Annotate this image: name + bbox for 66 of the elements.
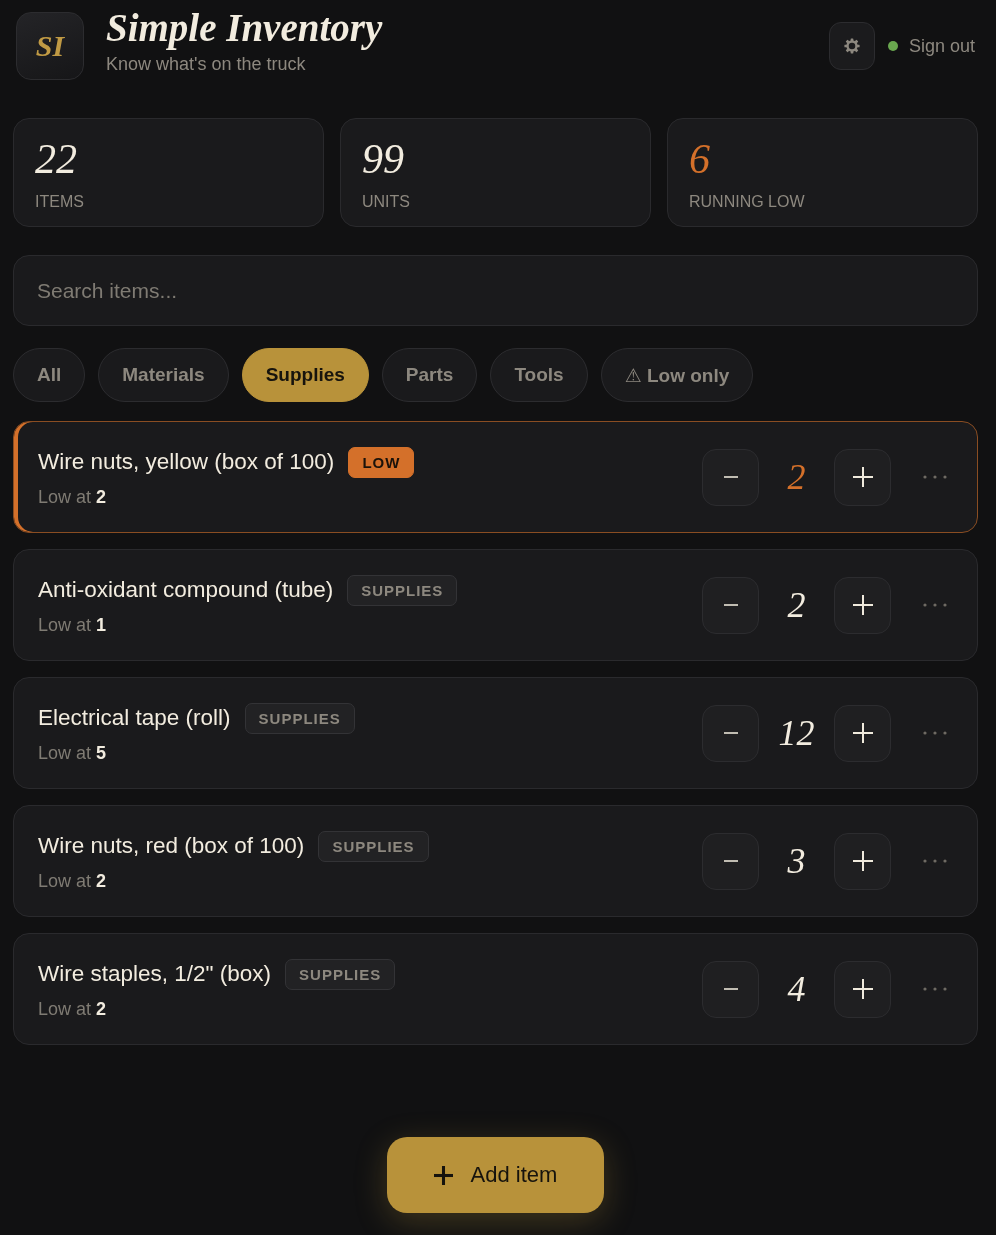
item-name: Wire nuts, yellow (box of 100): [38, 449, 335, 475]
stat-label: ITEMS: [35, 193, 85, 211]
low-threshold-text: Low at 2: [38, 870, 108, 892]
filter-chip[interactable]: ⚠ Low only: [600, 348, 754, 402]
increment-button[interactable]: [834, 576, 891, 634]
app-logo: SI: [16, 12, 84, 80]
minus-icon: [723, 604, 738, 606]
minus-icon: [723, 732, 738, 734]
sign-out-link[interactable]: Sign out: [908, 35, 975, 57]
increment-button[interactable]: [834, 832, 891, 890]
stat-value: 6: [689, 136, 710, 182]
minus-icon: [723, 476, 738, 478]
more-button[interactable]: [923, 859, 947, 863]
plus-icon: [852, 723, 873, 743]
settings-icon: [843, 38, 860, 54]
filter-chip[interactable]: Parts: [381, 348, 478, 402]
filter-chip[interactable]: Materials: [98, 348, 229, 402]
item-name: Anti-oxidant compound (tube): [38, 577, 334, 603]
quantity-value: 3: [786, 840, 807, 882]
low-threshold-text: Low at 2: [38, 998, 108, 1020]
quantity-value: 2: [786, 456, 807, 498]
low-threshold-text: Low at 2: [38, 486, 108, 508]
more-icon: [923, 859, 947, 863]
item-name: Electrical tape (roll): [38, 705, 231, 731]
low-threshold-text: Low at 1: [38, 614, 108, 636]
increment-button[interactable]: [834, 704, 891, 762]
add-item-button[interactable]: Add item: [387, 1137, 604, 1213]
more-button[interactable]: [923, 475, 947, 479]
stat-label: UNITS: [362, 193, 411, 211]
stat-value: 99: [362, 136, 404, 182]
more-icon: [923, 603, 947, 607]
increment-button[interactable]: [834, 448, 891, 506]
plus-icon: [852, 979, 873, 999]
stat-label: RUNNING LOW: [689, 193, 806, 211]
stat-value: 22: [35, 136, 77, 182]
increment-button[interactable]: [834, 960, 891, 1018]
app-subtitle: Know what's on the truck: [106, 53, 307, 75]
plus-icon: [852, 467, 873, 487]
search-field[interactable]: Search items...: [13, 255, 978, 326]
more-button[interactable]: [923, 603, 947, 607]
plus-icon: [852, 595, 873, 615]
filter-chip[interactable]: Tools: [490, 348, 588, 402]
quantity-value: 12: [777, 712, 816, 754]
item-tag: SUPPLIES: [244, 702, 355, 734]
settings-button[interactable]: [828, 22, 875, 70]
more-icon: [923, 475, 947, 479]
plus-icon: [433, 1165, 453, 1185]
item-name: Wire staples, 1/2" (box): [38, 961, 272, 987]
plus-icon: [852, 851, 873, 871]
more-button[interactable]: [923, 731, 947, 735]
quantity-value: 2: [786, 584, 807, 626]
item-tag: LOW: [348, 446, 415, 478]
item-tag: SUPPLIES: [285, 958, 396, 990]
more-icon: [923, 731, 947, 735]
quantity-value: 4: [786, 968, 807, 1010]
low-threshold-text: Low at 5: [38, 742, 108, 764]
item-tag: SUPPLIES: [318, 830, 429, 862]
filter-chip[interactable]: Supplies: [241, 348, 369, 402]
more-icon: [923, 987, 947, 991]
minus-icon: [723, 988, 738, 990]
item-tag: SUPPLIES: [347, 574, 458, 606]
filter-chip[interactable]: All: [13, 348, 86, 402]
app-title: Simple Inventory: [106, 7, 383, 48]
more-button[interactable]: [923, 987, 947, 991]
item-name: Wire nuts, red (box of 100): [38, 833, 305, 859]
minus-icon: [723, 860, 738, 862]
